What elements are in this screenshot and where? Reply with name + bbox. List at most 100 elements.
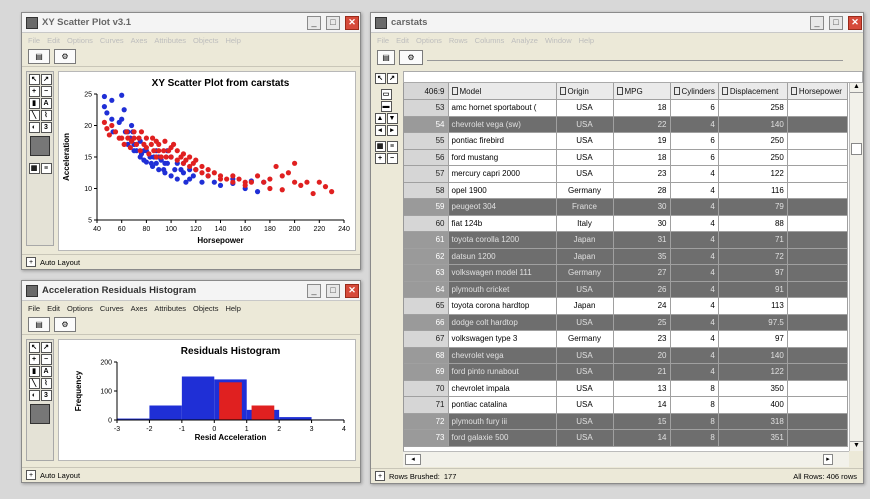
row-id-cell[interactable]: 70 bbox=[404, 380, 449, 397]
horsepower-cell[interactable] bbox=[787, 413, 848, 430]
horsepower-cell[interactable] bbox=[787, 396, 848, 414]
scatter-point[interactable] bbox=[187, 154, 193, 160]
row-id-cell[interactable]: 56 bbox=[404, 149, 449, 166]
histogram-bar[interactable] bbox=[219, 382, 242, 420]
row-id-cell[interactable]: 57 bbox=[404, 165, 449, 183]
table-row[interactable]: 72 plymouth fury iii USA 15 8 318 bbox=[404, 413, 848, 430]
chart-settings-button[interactable]: ⚙ bbox=[54, 49, 76, 64]
scatter-point[interactable] bbox=[193, 167, 199, 173]
model-cell[interactable]: toyota corolla 1200 bbox=[448, 231, 557, 249]
delete-row-icon[interactable]: − bbox=[386, 153, 398, 164]
legend-tool-icon[interactable]: ≡ bbox=[40, 163, 52, 174]
menu-objects[interactable]: Objects bbox=[193, 36, 218, 45]
mpg-cell[interactable]: 30 bbox=[613, 215, 671, 232]
cylinders-cell[interactable]: 4 bbox=[670, 347, 719, 364]
histogram-bar[interactable] bbox=[149, 405, 182, 421]
zoom-out-icon[interactable]: − bbox=[40, 86, 52, 97]
scatter-point[interactable] bbox=[151, 148, 157, 154]
origin-cell[interactable]: USA bbox=[556, 281, 614, 298]
scatter-point[interactable] bbox=[217, 182, 224, 188]
table-row[interactable]: 60 fiat 124b Italy 30 4 88 bbox=[404, 215, 848, 232]
row-corner-cell[interactable]: 406:9 bbox=[404, 83, 449, 100]
scroll-down-arrow-icon[interactable]: ▼ bbox=[850, 441, 863, 451]
maximize-button[interactable]: □ bbox=[326, 15, 340, 30]
origin-cell[interactable]: USA bbox=[556, 99, 614, 117]
row-id-cell[interactable]: 69 bbox=[404, 363, 449, 381]
mpg-cell[interactable]: 22 bbox=[613, 116, 671, 133]
menu-options[interactable]: Options bbox=[67, 36, 93, 45]
horsepower-cell[interactable] bbox=[787, 297, 848, 315]
scatter-point[interactable] bbox=[205, 173, 211, 179]
grid-tool-icon[interactable]: ▦ bbox=[28, 163, 40, 174]
displacement-cell[interactable]: 122 bbox=[718, 363, 788, 381]
scatter-point[interactable] bbox=[180, 170, 187, 176]
table-row[interactable]: 57 mercury capri 2000 USA 23 4 122 bbox=[404, 165, 848, 183]
origin-cell[interactable]: USA bbox=[556, 347, 614, 364]
scatter-point[interactable] bbox=[267, 185, 273, 192]
cylinders-cell[interactable]: 4 bbox=[670, 248, 719, 265]
row-id-cell[interactable]: 71 bbox=[404, 396, 449, 414]
scatter-point[interactable] bbox=[199, 170, 205, 176]
scatter-point[interactable] bbox=[230, 179, 236, 185]
pointer-tool-icon[interactable]: ↖ bbox=[28, 342, 40, 353]
table-row[interactable]: 56 ford mustang USA 18 6 250 bbox=[404, 149, 848, 166]
horsepower-cell[interactable] bbox=[787, 198, 848, 216]
mpg-cell[interactable]: 14 bbox=[613, 396, 671, 414]
table-row[interactable]: 62 datsun 1200 Japan 35 4 72 bbox=[404, 248, 848, 265]
scatter-point[interactable] bbox=[119, 135, 125, 141]
scatter-point[interactable] bbox=[261, 179, 267, 185]
origin-cell[interactable]: USA bbox=[556, 380, 614, 397]
origin-cell[interactable]: USA bbox=[556, 314, 614, 331]
displacement-cell[interactable]: 350 bbox=[718, 380, 788, 397]
menu-analyze[interactable]: Analyze bbox=[511, 36, 538, 45]
color-tool-icon[interactable]: ◐ bbox=[28, 390, 40, 401]
scatter-point[interactable] bbox=[104, 126, 110, 132]
scatter-point[interactable] bbox=[242, 182, 248, 188]
maximize-button[interactable]: □ bbox=[829, 15, 843, 30]
scatter-point[interactable] bbox=[104, 110, 110, 116]
scatter-point[interactable] bbox=[158, 154, 164, 160]
row-id-cell[interactable]: 73 bbox=[404, 429, 449, 447]
displacement-cell[interactable]: 140 bbox=[718, 116, 788, 133]
row-id-cell[interactable]: 53 bbox=[404, 99, 449, 117]
scatter-point[interactable] bbox=[156, 141, 162, 147]
menu-objects[interactable]: Objects bbox=[193, 304, 218, 313]
mpg-cell[interactable]: 26 bbox=[613, 281, 671, 298]
zoom-tool-icon[interactable]: + bbox=[28, 354, 40, 365]
color-swatch-icon[interactable] bbox=[30, 136, 50, 156]
scatter-point[interactable] bbox=[254, 173, 261, 179]
mpg-cell[interactable]: 18 bbox=[613, 99, 671, 117]
cylinders-cell[interactable]: 4 bbox=[670, 297, 719, 315]
row-id-cell[interactable]: 66 bbox=[404, 314, 449, 331]
scatter-point[interactable] bbox=[211, 170, 217, 176]
table-row[interactable]: 66 dodge colt hardtop USA 25 4 97.5 bbox=[404, 314, 848, 331]
origin-cell[interactable]: Germany bbox=[556, 264, 614, 282]
color-tool-icon[interactable]: ◐ bbox=[28, 122, 40, 133]
origin-cell[interactable]: France bbox=[556, 198, 614, 216]
cylinders-cell[interactable]: 4 bbox=[670, 264, 719, 282]
scatter-point[interactable] bbox=[143, 135, 149, 141]
table-row[interactable]: 68 chevrolet vega USA 20 4 140 bbox=[404, 347, 848, 364]
displacement-cell[interactable]: 116 bbox=[718, 182, 788, 199]
scatter-point[interactable] bbox=[329, 189, 335, 195]
scatter-point[interactable] bbox=[124, 129, 130, 135]
menu-help[interactable]: Help bbox=[579, 36, 594, 45]
table-row[interactable]: 53 amc hornet sportabout (USA 18 6 258 bbox=[404, 99, 848, 117]
chart-settings-button[interactable]: ⚙ bbox=[54, 317, 76, 332]
scatter-point[interactable] bbox=[137, 148, 143, 154]
horsepower-cell[interactable] bbox=[787, 314, 848, 331]
minimize-button[interactable]: _ bbox=[307, 283, 321, 298]
sort-down-icon[interactable]: ▼ bbox=[386, 113, 398, 124]
mpg-cell[interactable]: 28 bbox=[613, 182, 671, 199]
menu-file[interactable]: File bbox=[28, 304, 40, 313]
minimize-button[interactable]: _ bbox=[810, 15, 824, 30]
cylinders-cell[interactable]: 8 bbox=[670, 429, 719, 447]
scatter-point[interactable] bbox=[168, 154, 174, 160]
scatter-point[interactable] bbox=[146, 151, 152, 157]
scatter-point[interactable] bbox=[143, 144, 149, 151]
scatter-point[interactable] bbox=[292, 179, 298, 185]
model-cell[interactable]: plymouth fury iii bbox=[448, 413, 557, 430]
brush-tool-icon[interactable]: ⌇ bbox=[40, 378, 52, 389]
cylinders-cell[interactable]: 4 bbox=[670, 363, 719, 381]
table-row[interactable]: 73 ford galaxie 500 USA 14 8 351 bbox=[404, 429, 848, 447]
